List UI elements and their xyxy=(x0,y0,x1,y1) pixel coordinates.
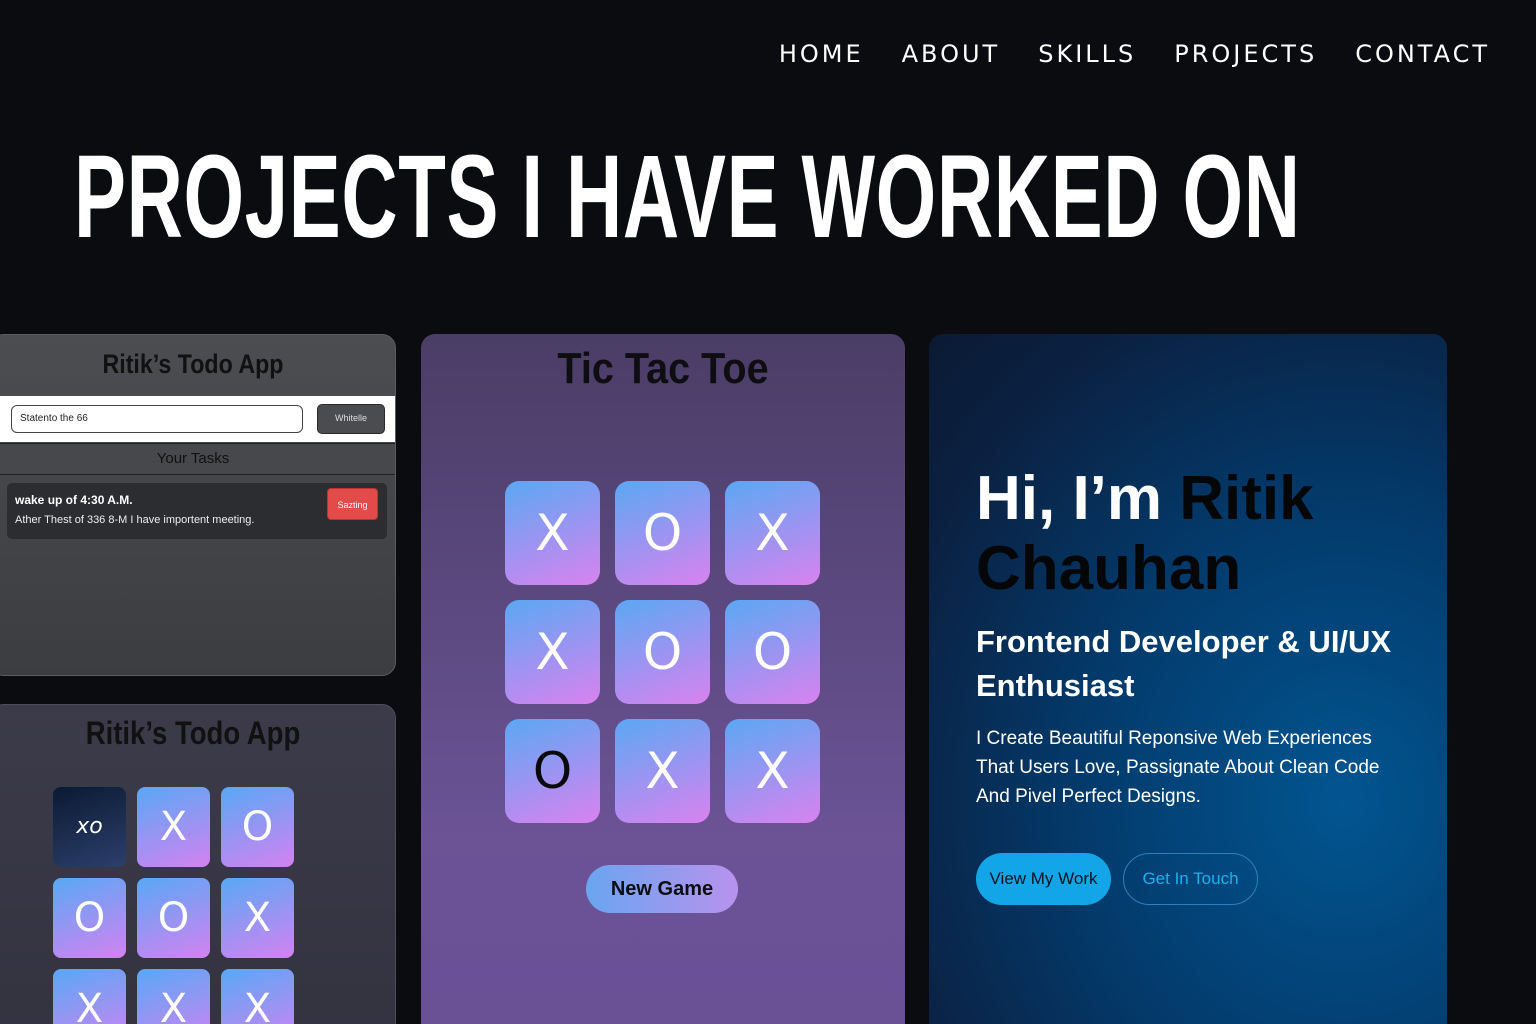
board-cell[interactable]: X xyxy=(505,600,600,704)
mini-board-cell[interactable]: X xyxy=(221,969,294,1024)
mini-game-board: xo X O O O X X X X xyxy=(53,787,294,1024)
nav-home[interactable]: HOME xyxy=(779,40,864,68)
todo-app-title: Ritik’s Todo App xyxy=(102,349,284,379)
nav-about[interactable]: ABOUT xyxy=(902,40,1001,68)
delete-task-button[interactable]: Sazting xyxy=(327,488,378,520)
hero-greeting: Hi, I’m Ritik Chauhan xyxy=(976,464,1416,604)
nav-skills[interactable]: SKILLS xyxy=(1038,40,1136,68)
hero-role: Frontend Developer & UI/UX Enthusiast xyxy=(976,624,1392,703)
todo-app-card-2[interactable]: Ritik’s Todo App xo X O O O X X X X xyxy=(0,704,396,1024)
nav-projects[interactable]: PROJECTS xyxy=(1174,40,1317,68)
task-name: wake up of 4:30 A.M. xyxy=(15,493,133,507)
todo-input-bar: Statento the 66 Whitelle xyxy=(0,396,395,442)
board-cell[interactable]: O xyxy=(505,719,600,823)
greeting-text: Hi, I’m xyxy=(976,464,1163,533)
board-cell[interactable]: O xyxy=(615,600,710,704)
game-board: X O X X O O O X X xyxy=(505,481,820,823)
add-task-button[interactable]: Whitelle xyxy=(317,404,385,434)
mini-board-cell[interactable]: X xyxy=(137,969,210,1024)
task-description: Ather Thest of 336 8-M I have importent … xyxy=(15,514,255,526)
tic-tac-toe-card[interactable]: Tic Tac Toe X O X X O O O X X New Game xyxy=(421,334,905,1024)
get-in-touch-button[interactable]: Get In Touch xyxy=(1123,853,1258,905)
board-cell[interactable]: X xyxy=(615,719,710,823)
page-title: PROJECTS I HAVE WORKED ON xyxy=(74,131,1301,263)
board-cell[interactable]: X xyxy=(725,481,820,585)
task-input[interactable]: Statento the 66 xyxy=(11,405,303,433)
tasks-heading: Your Tasks xyxy=(0,443,395,475)
todo-app-title-2: Ritik’s Todo App xyxy=(85,715,301,751)
main-nav: HOME ABOUT SKILLS PROJECTS CONTACT xyxy=(779,40,1490,68)
portfolio-card[interactable]: Hi, I’m Ritik Chauhan Frontend Developer… xyxy=(929,334,1447,1024)
board-cell[interactable]: O xyxy=(615,481,710,585)
xo-logo-cell: xo xyxy=(53,787,126,867)
todo-app-card[interactable]: Ritik’s Todo App Statento the 66 Whitell… xyxy=(0,334,396,676)
mini-board-cell[interactable]: O xyxy=(137,878,210,958)
tic-tac-toe-title: Tic Tac Toe xyxy=(557,344,769,393)
board-cell[interactable]: O xyxy=(725,600,820,704)
mini-board-cell[interactable]: O xyxy=(53,878,126,958)
board-cell[interactable]: X xyxy=(505,481,600,585)
mini-board-cell[interactable]: X xyxy=(53,969,126,1024)
mini-board-cell[interactable]: X xyxy=(221,878,294,958)
mini-board-cell[interactable]: X xyxy=(137,787,210,867)
board-cell[interactable]: X xyxy=(725,719,820,823)
view-my-work-button[interactable]: View My Work xyxy=(976,853,1111,905)
task-item: wake up of 4:30 A.M. Ather Thest of 336 … xyxy=(7,483,387,539)
new-game-button[interactable]: New Game xyxy=(586,865,738,913)
nav-contact[interactable]: CONTACT xyxy=(1355,40,1490,68)
hero-description: I Create Beautiful Reponsive Web Experie… xyxy=(976,728,1380,807)
mini-board-cell[interactable]: O xyxy=(221,787,294,867)
